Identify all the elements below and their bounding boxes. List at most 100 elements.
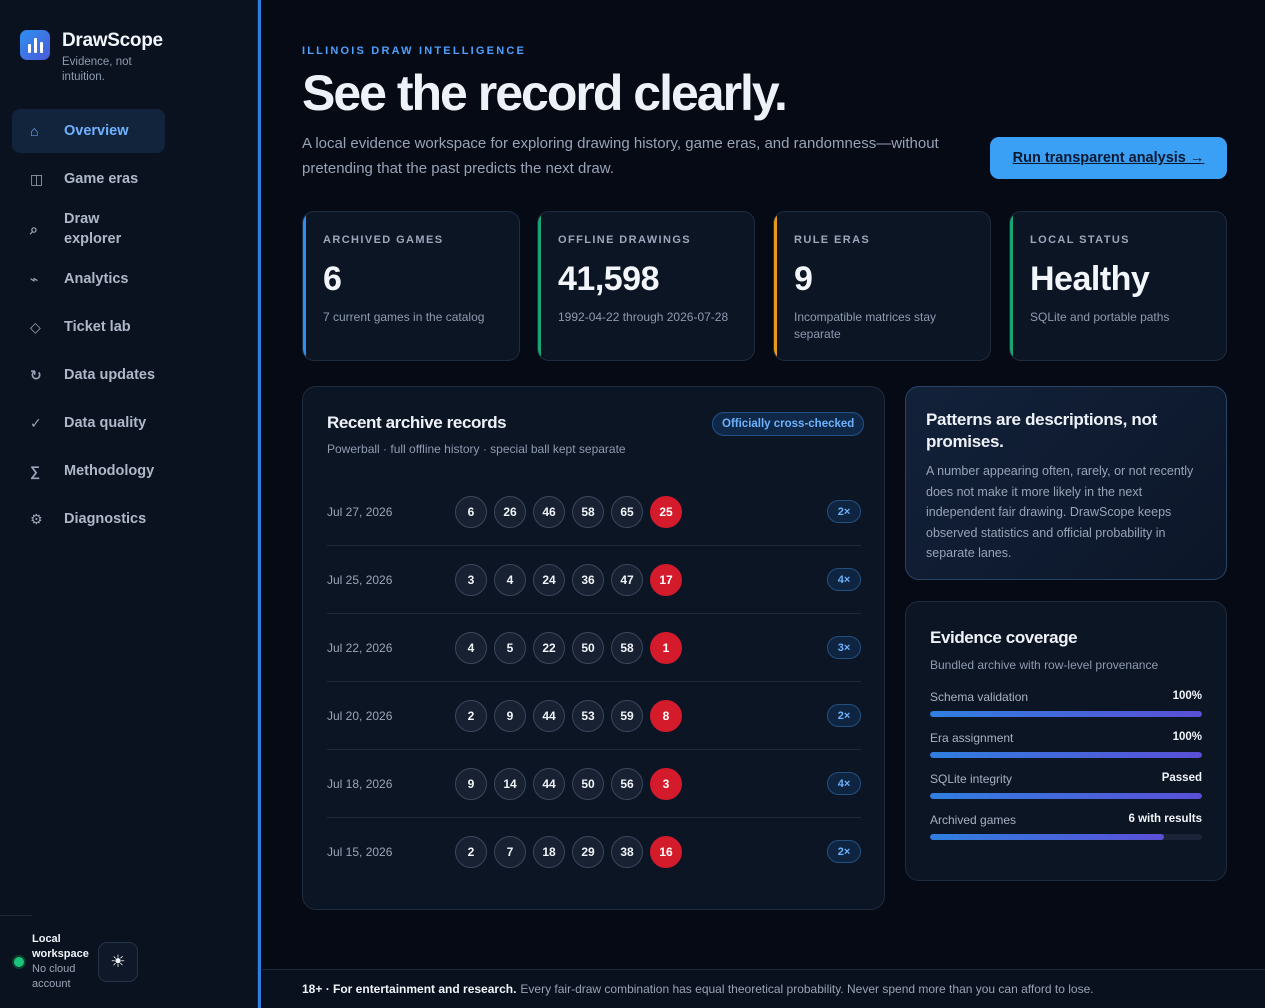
number-ball: 5 xyxy=(494,632,526,664)
diamond-icon: ◇ xyxy=(30,318,41,335)
number-ball: 58 xyxy=(572,496,604,528)
number-balls: 2 7 18 29 38 16 xyxy=(455,836,682,868)
stat-card: ARCHIVED GAMES 6 7 current games in the ca… xyxy=(302,211,520,361)
records-subtitle: Powerball · full offline history · speci… xyxy=(327,442,626,456)
sigma-icon: ∑ xyxy=(30,463,40,479)
stat-value: 6 xyxy=(323,260,342,298)
cross-checked-badge: Officially cross-checked xyxy=(712,412,865,436)
draw-date: Jul 22, 2026 xyxy=(327,641,393,655)
brand-title: DrawScope xyxy=(62,30,163,51)
stat-label: LOCAL STATUS xyxy=(1030,234,1130,246)
number-ball: 50 xyxy=(572,768,604,800)
sidebar-item-ticket-lab[interactable]: ◇ Ticket lab xyxy=(12,305,247,349)
meter-value: 100% xyxy=(1172,690,1202,702)
number-ball: 6 xyxy=(455,496,487,528)
bar-chart-icon xyxy=(20,30,50,60)
number-ball: 24 xyxy=(533,564,565,596)
stat-label: OFFLINE DRAWINGS xyxy=(558,234,692,246)
draw-date: Jul 25, 2026 xyxy=(327,573,393,587)
meter-label: Archived games xyxy=(930,813,1017,827)
number-ball: 14 xyxy=(494,768,526,800)
stat-subtext: SQLite and portable paths xyxy=(1030,310,1170,324)
workspace-status-text: No cloud account xyxy=(32,963,76,990)
draw-date: Jul 27, 2026 xyxy=(327,505,393,519)
special-ball: 17 xyxy=(650,564,682,596)
draw-date: Jul 15, 2026 xyxy=(327,845,393,859)
multiplier-badge: 4× xyxy=(827,772,861,795)
sidebar-item-game-eras[interactable]: ◫ Game eras xyxy=(12,157,247,201)
brand[interactable]: DrawScope Evidence, not intuition. xyxy=(20,30,163,85)
sidebar-item-label: Ticket lab xyxy=(64,319,131,335)
multiplier-badge: 4× xyxy=(827,568,861,591)
sidebar-item-label: Data updates xyxy=(64,367,156,383)
progress-track xyxy=(930,793,1202,799)
draw-date: Jul 20, 2026 xyxy=(327,709,393,723)
theme-toggle-button[interactable]: ☀ xyxy=(98,942,138,982)
recent-records-panel: Recent archive records Powerball · full … xyxy=(302,386,885,910)
meter-header: SQLite integrity Passed xyxy=(930,772,1202,786)
meter-header: Schema validation 100% xyxy=(930,690,1202,704)
gear-icon: ⚙ xyxy=(30,510,43,527)
sidebar-item-diagnostics[interactable]: ⚙ Diagnostics xyxy=(12,497,247,541)
footer-emphasis: 18+ · For entertainment and research. xyxy=(302,982,517,996)
table-row[interactable]: Jul 18, 2026 9 14 44 50 56 3 4× xyxy=(327,750,861,818)
coverage-meter: Schema validation 100% xyxy=(930,690,1202,717)
special-ball: 25 xyxy=(650,496,682,528)
sidebar-nav: ⌂ Overview ◫ Game eras ⌕ Draw explorer ⌁ Analyt… xyxy=(12,109,247,545)
meter-value: 100% xyxy=(1172,731,1202,743)
sidebar-item-data-updates[interactable]: ↻ Data updates xyxy=(12,353,247,397)
number-ball: 18 xyxy=(533,836,565,868)
table-row[interactable]: Jul 15, 2026 2 7 18 29 38 16 2× xyxy=(327,818,861,886)
number-balls: 2 9 44 53 59 8 xyxy=(455,700,682,732)
number-ball: 47 xyxy=(611,564,643,596)
table-row[interactable]: Jul 20, 2026 2 9 44 53 59 8 2× xyxy=(327,682,861,750)
status-dot-icon xyxy=(14,957,24,967)
stat-value: Healthy xyxy=(1030,260,1150,298)
home-icon: ⌂ xyxy=(30,123,39,139)
number-balls: 3 4 24 36 47 17 xyxy=(455,564,682,596)
stat-subtext: 7 current games in the catalog xyxy=(323,310,485,324)
coverage-meter: SQLite integrity Passed xyxy=(930,772,1202,799)
number-balls: 9 14 44 50 56 3 xyxy=(455,768,682,800)
number-ball: 7 xyxy=(494,836,526,868)
number-balls: 6 26 46 58 65 25 xyxy=(455,496,682,528)
special-ball: 8 xyxy=(650,700,682,732)
run-analysis-button[interactable]: Run transparent analysis → xyxy=(990,137,1227,179)
stat-label: RULE ERAS xyxy=(794,234,871,246)
sidebar-accent-line xyxy=(258,0,261,1008)
sidebar-item-methodology[interactable]: ∑ Methodology xyxy=(12,449,247,493)
table-row[interactable]: Jul 25, 2026 3 4 24 36 47 17 4× xyxy=(327,546,861,614)
sidebar-item-label: Diagnostics xyxy=(64,511,147,527)
number-balls: 4 5 22 50 58 1 xyxy=(455,632,682,664)
sidebar-item-label: Analytics xyxy=(64,271,129,287)
coverage-title: Evidence coverage xyxy=(930,628,1078,647)
meter-header: Era assignment 100% xyxy=(930,731,1202,745)
workspace-status: Local workspace No cloud account xyxy=(14,932,94,992)
table-row[interactable]: Jul 27, 2026 6 26 46 58 65 25 2× xyxy=(327,478,861,546)
number-ball: 9 xyxy=(455,768,487,800)
sidebar-item-data-quality[interactable]: ✓ Data quality xyxy=(12,401,247,445)
sidebar-item-draw-explorer[interactable]: ⌕ Draw explorer xyxy=(12,205,247,253)
number-ball: 26 xyxy=(494,496,526,528)
footer-text: Every fair-draw combination has equal th… xyxy=(520,982,1094,996)
number-ball: 59 xyxy=(611,700,643,732)
progress-fill xyxy=(930,752,1202,758)
progress-fill xyxy=(930,793,1202,799)
stat-subtext: 1992-04-22 through 2026-07-28 xyxy=(558,310,729,324)
sidebar-item-overview[interactable]: ⌂ Overview xyxy=(12,109,165,153)
progress-track xyxy=(930,711,1202,717)
number-ball: 4 xyxy=(494,564,526,596)
evidence-coverage-panel: Evidence coverage Bundled archive with r… xyxy=(905,601,1227,881)
stat-card: OFFLINE DRAWINGS 41,598 1992-04-22 through… xyxy=(537,211,755,361)
multiplier-badge: 2× xyxy=(827,840,861,863)
number-ball: 46 xyxy=(533,496,565,528)
sidebar-item-label: Overview xyxy=(64,123,129,139)
patterns-body: A number appearing often, rarely, or not… xyxy=(926,464,1194,560)
patterns-callout: Patterns are descriptions, not promises.… xyxy=(905,386,1227,580)
progress-track xyxy=(930,752,1202,758)
refresh-icon: ↻ xyxy=(30,366,42,383)
table-row[interactable]: Jul 22, 2026 4 5 22 50 58 1 3× xyxy=(327,614,861,682)
sidebar: DrawScope Evidence, not intuition. ⌂ Over… xyxy=(0,0,258,1008)
records-list: Jul 27, 2026 6 26 46 58 65 25 2× Jul 25, 2026 3 4 2… xyxy=(327,478,861,886)
sidebar-item-analytics[interactable]: ⌁ Analytics xyxy=(12,257,247,301)
